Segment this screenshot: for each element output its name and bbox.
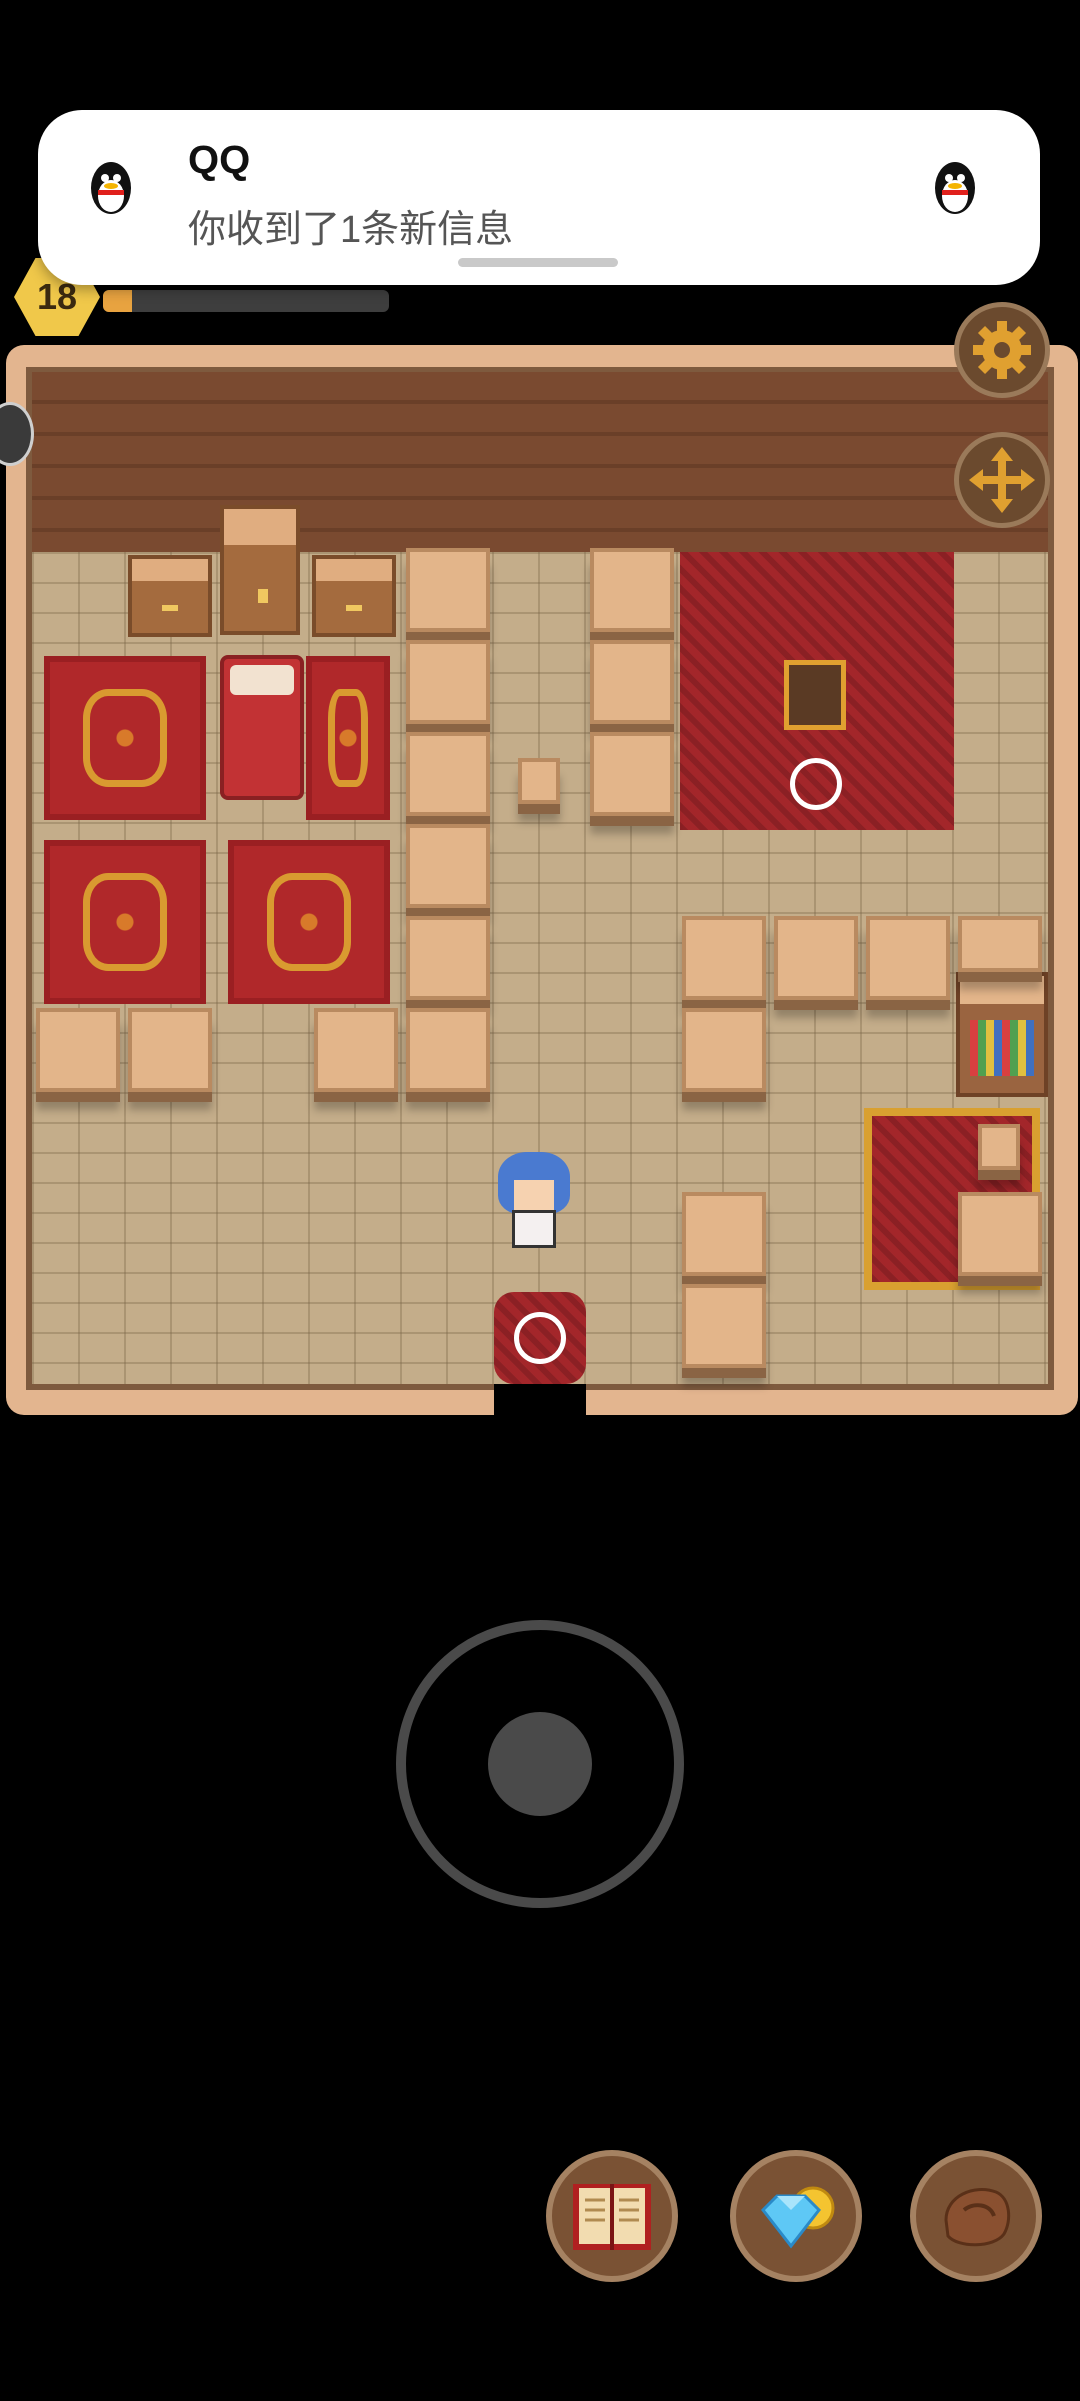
qq-app-icon (72, 148, 150, 226)
player-face (514, 1180, 554, 1210)
crate[interactable] (958, 916, 1042, 972)
stool[interactable] (978, 1124, 1020, 1170)
crate[interactable] (314, 1008, 398, 1092)
book-icon (573, 2184, 651, 2250)
qq-penguin-icon (935, 162, 975, 214)
qq-notification[interactable]: QQ 你收到了1条新信息 (38, 110, 1040, 285)
gear-icon (973, 321, 1031, 379)
waypoint-marker[interactable] (790, 758, 842, 810)
crate[interactable] (590, 732, 674, 816)
crate[interactable] (682, 1008, 766, 1092)
notification-message: 你收到了1条新信息 (188, 209, 514, 251)
inventory-button[interactable] (910, 2150, 1042, 2282)
notification-app-name: QQ (188, 138, 251, 182)
rug (44, 840, 206, 1004)
crate[interactable] (866, 916, 950, 1000)
rug (44, 656, 206, 820)
xp-fill (103, 290, 132, 312)
journal-button[interactable] (546, 2150, 678, 2282)
crate[interactable] (406, 548, 490, 632)
settings-button[interactable] (954, 302, 1050, 398)
waypoint-marker[interactable] (514, 1312, 566, 1364)
crate[interactable] (958, 1192, 1042, 1276)
shop-button[interactable] (730, 2150, 862, 2282)
crate[interactable] (406, 732, 490, 816)
wardrobe (220, 505, 300, 635)
player-body (512, 1210, 556, 1248)
crate[interactable] (36, 1008, 120, 1092)
nightstand (128, 555, 212, 637)
nightstand (312, 555, 396, 637)
crate[interactable] (406, 824, 490, 908)
move-arrows-icon (969, 447, 1035, 513)
crate[interactable] (406, 916, 490, 1000)
stool[interactable] (518, 758, 560, 804)
back-wall (32, 372, 1048, 552)
notification-drag-handle[interactable] (458, 258, 618, 267)
rug (228, 840, 390, 1004)
bookshelf[interactable] (956, 972, 1048, 1097)
crate[interactable] (590, 640, 674, 724)
crate[interactable] (682, 916, 766, 1000)
chair[interactable] (784, 660, 846, 730)
player-character (494, 1152, 574, 1252)
gem-coin-icon (761, 2186, 835, 2249)
rug (306, 656, 390, 820)
xp-bar (103, 290, 389, 312)
bed (220, 655, 304, 800)
crate[interactable] (682, 1284, 766, 1368)
crate[interactable] (406, 1008, 490, 1092)
joystick-knob[interactable] (488, 1712, 592, 1816)
crate[interactable] (774, 916, 858, 1000)
crate[interactable] (682, 1192, 766, 1276)
crate[interactable] (128, 1008, 212, 1092)
doorway (494, 1384, 586, 1424)
bag-icon (944, 2188, 1011, 2247)
crate[interactable] (406, 640, 490, 724)
crate[interactable] (590, 548, 674, 632)
qq-sender-avatar (916, 148, 994, 226)
qq-penguin-icon (91, 162, 131, 214)
move-button[interactable] (954, 432, 1050, 528)
